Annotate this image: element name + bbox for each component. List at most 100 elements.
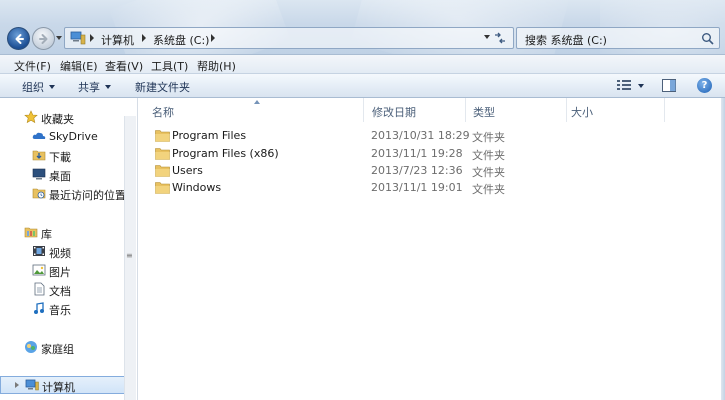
- chevron-down-icon: [49, 85, 55, 89]
- forward-button[interactable]: [32, 27, 55, 50]
- nav-libraries-label: 库: [41, 228, 52, 241]
- search-placeholder: 搜索 系统盘 (C:): [525, 34, 607, 47]
- chevron-right-icon[interactable]: [15, 382, 19, 388]
- menu-file[interactable]: 文件(F): [14, 58, 51, 74]
- preview-pane-icon[interactable]: [662, 79, 676, 92]
- file-type: 文件夹: [472, 149, 505, 162]
- recent-pages-dropdown[interactable]: [56, 36, 62, 40]
- file-name: Users: [172, 164, 203, 177]
- nav-homegroup[interactable]: 家庭组: [0, 338, 126, 356]
- column-type-label: 类型: [473, 106, 495, 119]
- file-list: 名称 修改日期 类型 大小 Program Files 2013/10/31 1…: [138, 98, 725, 400]
- nav-item-recent-places[interactable]: 最近访问的位置: [0, 184, 126, 202]
- menu-view[interactable]: 查看(V): [105, 58, 143, 74]
- menu-edit[interactable]: 编辑(E): [60, 58, 98, 74]
- menu-bar: 文件(F) 编辑(E) 查看(V) 工具(T) 帮助(H): [0, 54, 725, 74]
- nav-item-documents[interactable]: 文档: [0, 280, 126, 298]
- back-button[interactable]: [7, 27, 30, 50]
- view-options-dropdown[interactable]: [638, 84, 644, 88]
- file-type: 文件夹: [472, 183, 505, 196]
- nav-item-music[interactable]: 音乐: [0, 299, 126, 317]
- column-header-name[interactable]: 名称: [138, 98, 358, 122]
- new-folder-button[interactable]: 新建文件夹: [135, 79, 190, 95]
- menu-help[interactable]: 帮助(H): [197, 58, 236, 74]
- nav-libraries[interactable]: 库: [0, 223, 126, 241]
- share-label: 共享: [78, 81, 100, 94]
- library-icon: [24, 227, 38, 238]
- breadcrumb-computer[interactable]: 计算机: [101, 32, 134, 48]
- column-modified-label: 修改日期: [372, 106, 416, 119]
- column-header-modified[interactable]: 修改日期: [364, 98, 464, 122]
- nav-computer-label: 计算机: [42, 381, 75, 394]
- column-divider[interactable]: [664, 98, 665, 122]
- new-folder-label: 新建文件夹: [135, 81, 190, 94]
- nav-item-label: 音乐: [49, 304, 71, 317]
- menu-tools[interactable]: 工具(T): [151, 58, 188, 74]
- column-header-type[interactable]: 类型: [465, 98, 565, 122]
- music-icon: [34, 302, 44, 314]
- address-history-dropdown[interactable]: [484, 35, 490, 39]
- breadcrumb-system-drive[interactable]: 系统盘 (C:): [153, 32, 209, 48]
- column-name-label: 名称: [152, 106, 174, 119]
- table-row[interactable]: Program Files (x86) 2013/11/1 19:28 文件夹: [138, 145, 725, 162]
- folder-icon: [155, 165, 170, 177]
- file-name: Windows: [172, 181, 222, 194]
- nav-item-label: 最近访问的位置: [49, 189, 126, 202]
- change-view-icon[interactable]: [617, 79, 631, 91]
- table-row[interactable]: Windows 2013/11/1 19:01 文件夹: [138, 179, 725, 196]
- nav-item-label: 视频: [49, 247, 71, 260]
- arrow-right-icon: [38, 33, 47, 44]
- table-row[interactable]: Users 2013/7/23 12:36 文件夹: [138, 162, 725, 179]
- homegroup-icon: [25, 341, 37, 353]
- folder-icon: [155, 182, 170, 194]
- nav-homegroup-label: 家庭组: [41, 343, 74, 356]
- window-border: [721, 98, 725, 400]
- search-icon[interactable]: [701, 32, 714, 45]
- nav-item-pictures[interactable]: 图片: [0, 261, 126, 279]
- organize-label: 组织: [22, 81, 44, 94]
- nav-item-desktop[interactable]: 桌面: [0, 165, 126, 183]
- desktop-icon: [32, 168, 46, 180]
- file-modified: 2013/7/23 12:36: [371, 164, 463, 177]
- file-type: 文件夹: [472, 131, 505, 144]
- breadcrumb-separator[interactable]: [211, 34, 215, 42]
- computer-icon: [25, 379, 39, 391]
- file-modified: 2013/10/31 18:29: [371, 129, 470, 142]
- address-bar[interactable]: 计算机 系统盘 (C:): [64, 27, 514, 49]
- breadcrumb-separator[interactable]: [90, 34, 94, 42]
- nav-favorites[interactable]: 收藏夹: [0, 108, 126, 126]
- folder-icon: [155, 130, 170, 142]
- nav-item-label: 文档: [49, 285, 71, 298]
- file-modified: 2013/11/1 19:28: [371, 147, 463, 160]
- column-header-size[interactable]: 大小: [563, 98, 663, 122]
- documents-icon: [34, 282, 45, 296]
- nav-item-skydrive[interactable]: SkyDrive: [0, 127, 126, 145]
- computer-icon: [70, 31, 86, 45]
- organize-button[interactable]: 组织: [22, 79, 55, 95]
- video-icon: [33, 246, 45, 256]
- cloud-icon: [32, 132, 46, 139]
- refresh-icon[interactable]: [492, 30, 508, 46]
- pane-splitter-grip[interactable]: ≡: [126, 252, 133, 260]
- nav-item-label: 桌面: [49, 170, 71, 183]
- navigation-pane: 收藏夹 SkyDrive 下載 桌面 最近访问的位置 库 视频 图片 文档 音乐…: [0, 98, 126, 400]
- file-modified: 2013/11/1 19:01: [371, 181, 463, 194]
- nav-favorites-label: 收藏夹: [41, 113, 74, 126]
- download-folder-icon: [32, 150, 46, 161]
- nav-item-videos[interactable]: 视频: [0, 242, 126, 260]
- help-button[interactable]: ?: [697, 78, 712, 93]
- nav-item-label: 图片: [49, 266, 71, 279]
- nav-computer[interactable]: 计算机: [0, 376, 126, 394]
- search-input[interactable]: 搜索 系统盘 (C:): [516, 27, 720, 49]
- share-button[interactable]: 共享: [78, 79, 111, 95]
- file-type: 文件夹: [472, 166, 505, 179]
- chevron-down-icon: [105, 85, 111, 89]
- pictures-icon: [32, 264, 46, 276]
- nav-item-label: SkyDrive: [49, 130, 98, 143]
- file-name: Program Files: [172, 129, 247, 142]
- star-icon: [24, 110, 38, 124]
- nav-item-label: 下載: [49, 151, 71, 164]
- nav-item-downloads[interactable]: 下載: [0, 146, 126, 164]
- breadcrumb-separator[interactable]: [142, 34, 146, 42]
- table-row[interactable]: Program Files 2013/10/31 18:29 文件夹: [138, 127, 725, 144]
